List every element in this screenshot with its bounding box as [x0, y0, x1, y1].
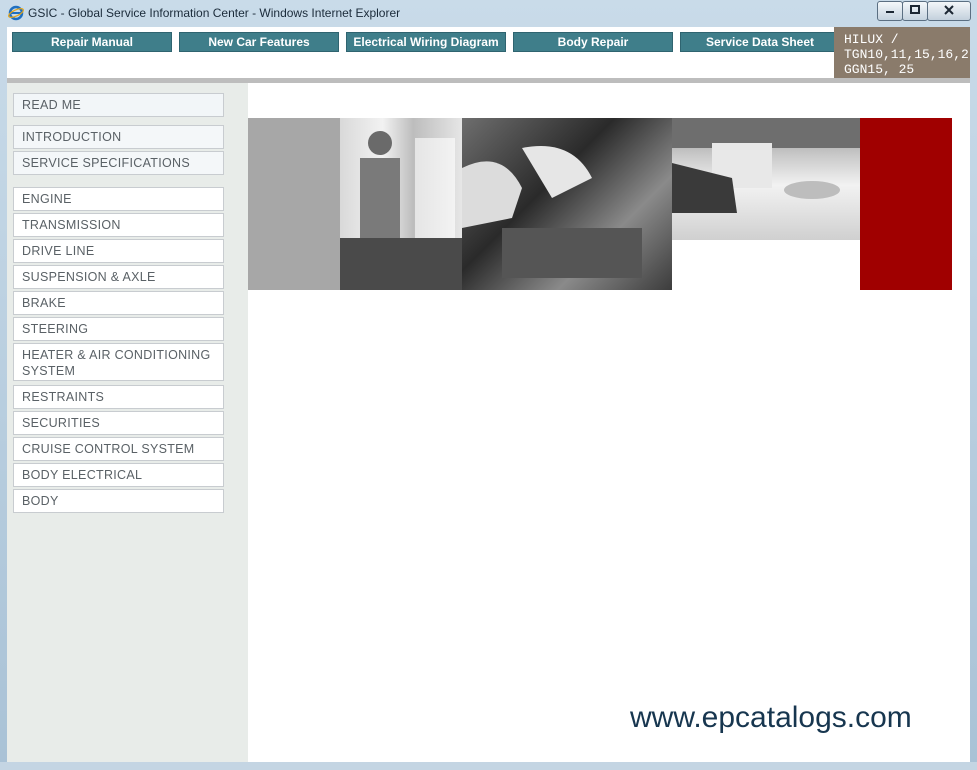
sidebar-item-service-specifications[interactable]: SERVICE SPECIFICATIONS: [13, 151, 224, 175]
tab-service-data-sheet[interactable]: Service Data Sheet: [680, 32, 840, 52]
title-bar: GSIC - Global Service Information Center…: [0, 0, 977, 26]
sidebar-item-transmission[interactable]: TRANSMISSION: [13, 213, 224, 237]
close-button[interactable]: [927, 1, 971, 21]
banner-photo-workshop: [672, 118, 860, 240]
ie-icon: [8, 5, 24, 21]
sidebar-item-restraints[interactable]: RESTRAINTS: [13, 385, 224, 409]
sidebar-item-suspension-axle[interactable]: SUSPENSION & AXLE: [13, 265, 224, 289]
vehicle-model-label: HILUX / TGN10,11,15,16,2 GGN15, 25: [834, 27, 970, 78]
tab-body-repair[interactable]: Body Repair: [513, 32, 673, 52]
browser-window: GSIC - Global Service Information Center…: [0, 0, 977, 770]
sidebar-item-steering[interactable]: STEERING: [13, 317, 224, 341]
sidebar-item-introduction[interactable]: INTRODUCTION: [13, 125, 224, 149]
page-content: Repair Manual New Car Features Electrica…: [7, 27, 970, 762]
maximize-icon: [910, 2, 920, 20]
minimize-button[interactable]: [877, 1, 903, 21]
tab-new-car-features[interactable]: New Car Features: [179, 32, 339, 52]
tab-electrical-wiring-diagram[interactable]: Electrical Wiring Diagram: [346, 32, 506, 52]
manual-tabs: Repair Manual New Car Features Electrica…: [12, 32, 847, 52]
watermark-text: www.epcatalogs.com: [630, 701, 912, 734]
main-panel: www.epcatalogs.com: [248, 83, 970, 762]
banner-gray-block: [248, 118, 340, 290]
sidebar-item-body-electrical[interactable]: BODY ELECTRICAL: [13, 463, 224, 487]
sidebar-item-brake[interactable]: BRAKE: [13, 291, 224, 315]
model-line-2: TGN10,11,15,16,2: [844, 47, 969, 62]
model-line-1: HILUX /: [844, 32, 899, 47]
close-icon: [944, 2, 954, 20]
sidebar-item-body[interactable]: BODY: [13, 489, 224, 513]
minimize-icon: [885, 2, 895, 20]
sidebar-item-drive-line[interactable]: DRIVE LINE: [13, 239, 224, 263]
sidebar: READ ME INTRODUCTION SERVICE SPECIFICATI…: [7, 83, 248, 762]
maximize-button[interactable]: [902, 1, 928, 21]
tab-repair-manual[interactable]: Repair Manual: [12, 32, 172, 52]
sidebar-item-cruise-control-system[interactable]: CRUISE CONTROL SYSTEM: [13, 437, 224, 461]
sidebar-item-read-me[interactable]: READ ME: [13, 93, 224, 117]
model-line-3: GGN15, 25: [844, 62, 915, 77]
window-bottom-border: [0, 762, 977, 770]
window-controls: [877, 1, 971, 21]
banner-red-block: [860, 118, 952, 290]
banner-photo-engine: [462, 118, 672, 290]
sidebar-item-heater-air-conditioning[interactable]: HEATER & AIR CONDITIONING SYSTEM: [13, 343, 224, 381]
sidebar-item-securities[interactable]: SECURITIES: [13, 411, 224, 435]
window-title: GSIC - Global Service Information Center…: [28, 6, 401, 20]
banner-photo-technician: [340, 118, 462, 290]
top-nav-bar: Repair Manual New Car Features Electrica…: [7, 27, 970, 78]
sidebar-item-engine[interactable]: ENGINE: [13, 187, 224, 211]
